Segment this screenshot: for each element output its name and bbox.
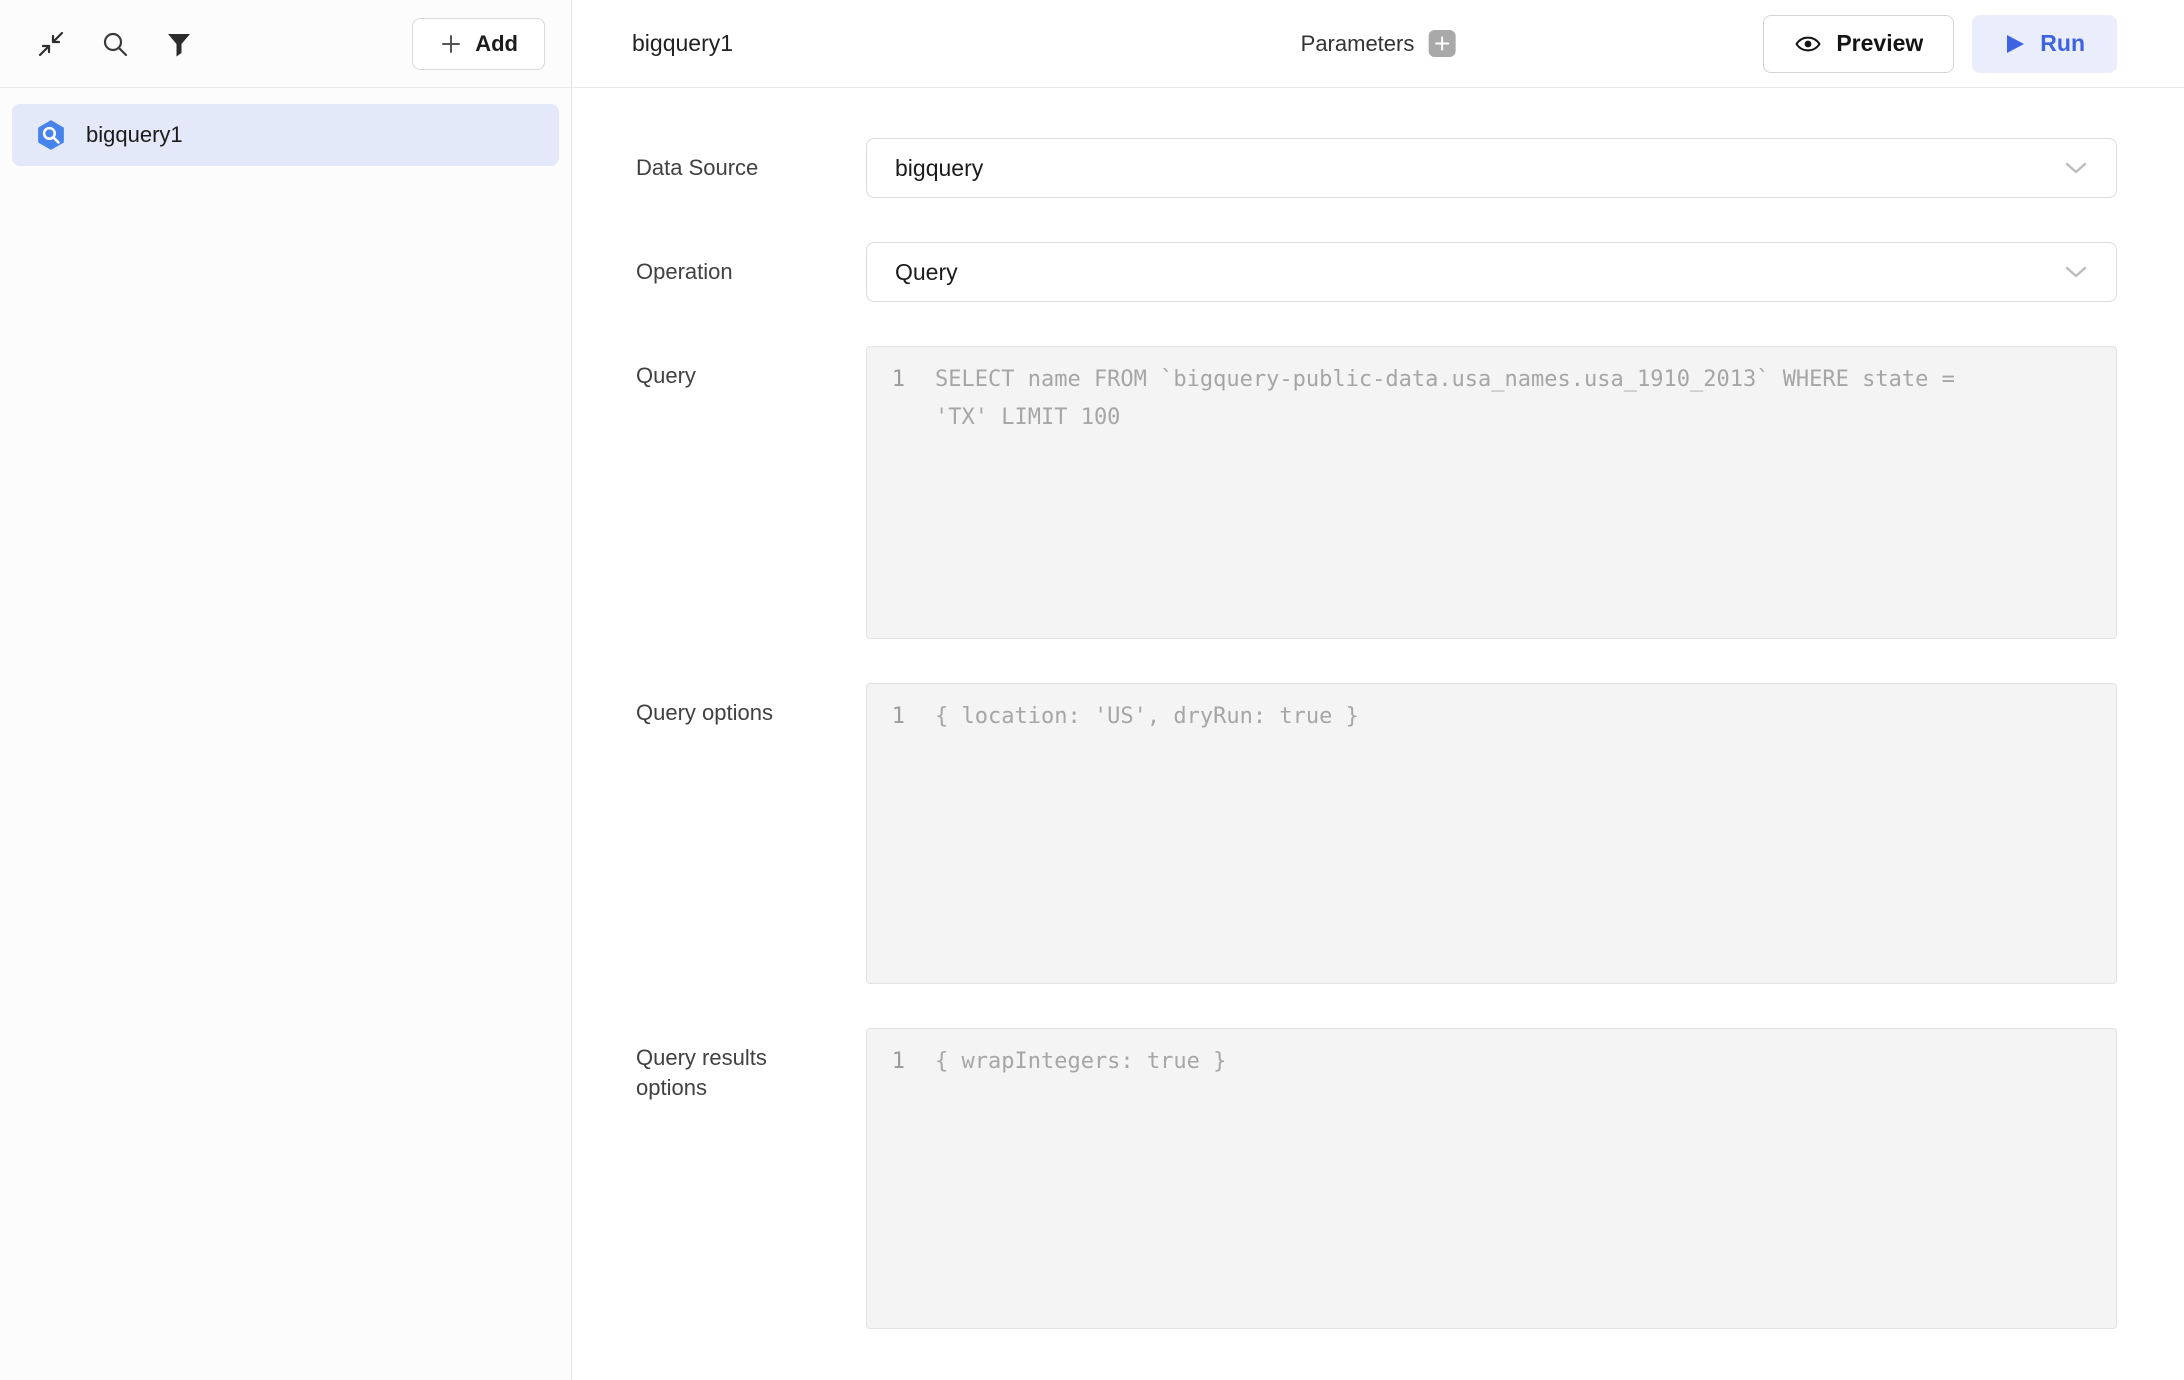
page-title: bigquery1 (632, 30, 733, 57)
operation-value: Query (895, 259, 958, 286)
query-options-label: Query options (636, 683, 801, 984)
add-parameter-button[interactable] (1428, 30, 1455, 57)
query-label: Query (636, 346, 801, 639)
operation-select[interactable]: Query (866, 242, 2117, 302)
line-number: 1 (889, 698, 905, 736)
search-button[interactable] (94, 23, 136, 65)
query-item-label: bigquery1 (86, 122, 183, 148)
app-window: Add bigquery1 bigquery1 Parameters (0, 0, 2184, 1380)
data-source-select[interactable]: bigquery (866, 138, 2117, 198)
query-code-placeholder: SELECT name FROM `bigquery-public-data.u… (935, 361, 2005, 437)
run-button-label: Run (2040, 30, 2085, 57)
filter-icon (165, 30, 193, 58)
query-options-code-placeholder: { location: 'US', dryRun: true } (935, 698, 2005, 736)
parameters-group: Parameters (1301, 30, 1456, 57)
query-panel-sidebar: Add bigquery1 (0, 0, 572, 1380)
filter-button[interactable] (158, 23, 200, 65)
query-results-options-label: Query results options (636, 1028, 801, 1329)
header-actions: Preview Run (1763, 15, 2117, 73)
query-header: bigquery1 Parameters (572, 0, 2184, 88)
chevron-down-icon (2064, 265, 2088, 279)
plus-icon (1433, 35, 1450, 52)
query-editor[interactable]: 1 SELECT name FROM `bigquery-public-data… (866, 346, 2117, 639)
line-number: 1 (889, 361, 905, 399)
data-source-value: bigquery (895, 155, 983, 182)
query-results-options-code-placeholder: { wrapIntegers: true } (935, 1043, 2005, 1081)
add-button-label: Add (475, 31, 518, 57)
query-editor-main: bigquery1 Parameters (572, 0, 2184, 1380)
plus-icon (439, 32, 463, 56)
preview-button[interactable]: Preview (1763, 15, 1954, 73)
query-list: bigquery1 (0, 88, 571, 182)
query-results-options-row: Query results options 1 { wrapIntegers: … (636, 1028, 2117, 1329)
sidebar-toolbar: Add (0, 0, 571, 88)
parameters-label: Parameters (1301, 31, 1415, 57)
search-icon (100, 29, 130, 59)
query-options-editor[interactable]: 1 { location: 'US', dryRun: true } (866, 683, 2117, 984)
preview-button-label: Preview (1836, 30, 1923, 57)
eye-icon (1794, 32, 1822, 56)
line-number: 1 (889, 1043, 905, 1081)
operation-label: Operation (636, 242, 801, 302)
operation-row: Operation Query (636, 242, 2117, 302)
data-source-row: Data Source bigquery (636, 138, 2117, 198)
add-query-button[interactable]: Add (412, 18, 545, 70)
query-row: Query 1 SELECT name FROM `bigquery-publi… (636, 346, 2117, 639)
data-source-label: Data Source (636, 138, 801, 198)
chevron-down-icon (2064, 161, 2088, 175)
collapse-icon (36, 29, 66, 59)
play-icon (2004, 32, 2026, 56)
bigquery-icon (34, 118, 68, 152)
run-button[interactable]: Run (1972, 15, 2117, 73)
collapse-panel-button[interactable] (30, 23, 72, 65)
sidebar-item-bigquery1[interactable]: bigquery1 (12, 104, 559, 166)
query-results-options-editor[interactable]: 1 { wrapIntegers: true } (866, 1028, 2117, 1329)
query-options-row: Query options 1 { location: 'US', dryRun… (636, 683, 2117, 984)
query-form: Data Source bigquery Operation (572, 88, 2184, 1380)
